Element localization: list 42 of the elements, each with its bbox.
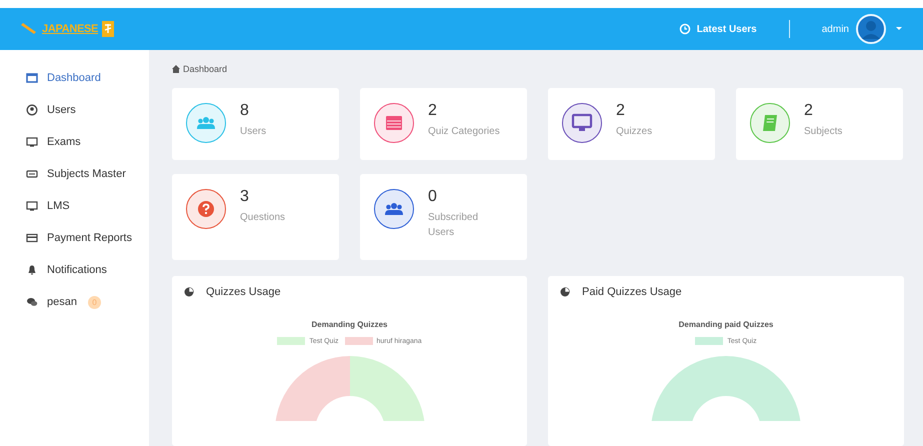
home-icon [172,65,180,73]
ticket-icon [26,168,38,180]
stat-label: Users [240,125,268,139]
count-badge: 0 [88,296,101,308]
stat-value: 2 [804,102,814,120]
monitor-icon [26,200,38,212]
sidebar-item[interactable]: Dashboard [0,62,149,94]
card-icon [26,232,38,244]
panel-title: Paid Quizzes Usage [582,286,682,298]
window-icon [26,72,38,84]
breadcrumb: Dashboard [183,64,228,74]
sidebar-item[interactable]: LMS [0,190,149,222]
stat-label: Subjects [804,125,844,139]
stat-label: Subscribed Users [428,211,480,240]
stat-value: 2 [616,102,626,120]
clock-icon [678,23,691,35]
stat-label: Questions [240,211,286,225]
sidebar-item[interactable]: Notifications [0,254,149,286]
chart-title: Demanding Quizzes [311,320,388,329]
sidebar-item[interactable]: pesan 0 [0,286,149,318]
stat-value: 0 [428,188,438,206]
stat-value: 3 [240,188,250,206]
stat-label: Quiz Categories [428,125,501,139]
panel-title: Quizzes Usage [206,286,281,298]
user-icon [26,104,38,116]
bell-icon [26,264,38,276]
chat-icon [26,296,38,308]
chart-title: Demanding paid Quizzes [678,320,774,329]
avatar-icon [855,13,887,45]
logo-mark-icon [102,21,114,37]
pie-chart-icon [184,287,194,297]
pie-chart-icon [560,287,570,297]
monitor-icon [26,136,38,148]
stat-label: Quizzes [616,125,654,139]
logo-text: JAPANESE [42,23,98,35]
sidebar-item[interactable]: Payment Reports [0,222,149,254]
sidebar-item[interactable]: Users [0,94,149,126]
stat-value: 8 [240,102,250,120]
stat-value: 2 [428,102,438,120]
sidebar-item[interactable]: Subjects Master [0,158,149,190]
sidebar-item[interactable]: Exams [0,126,149,158]
brush-icon [20,22,38,36]
